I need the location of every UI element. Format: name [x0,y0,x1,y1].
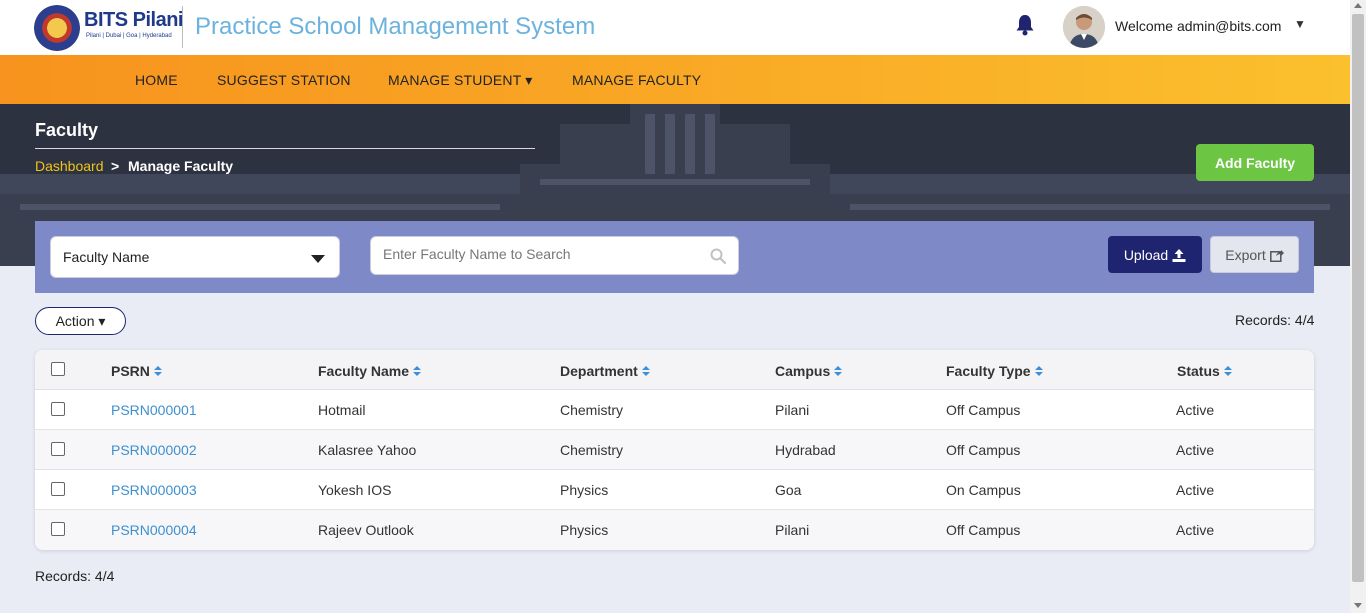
top-header: BITS Pilani Pilani | Dubai | Goa | Hyder… [0,0,1350,55]
faculty-type-cell: Off Campus [946,442,1021,458]
faculty-table: PSRN Faculty Name Department Campus Facu… [35,350,1314,550]
status-cell: Active [1176,522,1215,538]
campus-cell: Goa [775,482,802,498]
faculty-type-cell: Off Campus [946,402,1021,418]
department-cell: Chemistry [560,402,624,418]
status-cell: Active [1176,482,1215,498]
chevron-down-icon [311,255,325,263]
search-field-select[interactable]: Faculty Name [50,236,340,278]
table-row: PSRN000002 Kalasree Yahoo Chemistry Hydr… [35,430,1314,470]
psrn-link[interactable]: PSRN000004 [111,522,197,538]
user-menu-caret-icon[interactable]: ▼ [1294,17,1306,31]
export-icon [1269,249,1284,262]
scroll-up-arrow-icon[interactable] [1354,3,1362,8]
search-input[interactable] [383,246,703,262]
faculty-name-cell: Hotmail [318,402,366,418]
column-header-faculty-name[interactable]: Faculty Name [318,363,422,379]
column-header-label: Faculty Name [318,363,410,379]
campus-cell: Pilani [775,402,810,418]
table-row: PSRN000004 Rajeev Outlook Physics Pilani… [35,510,1314,550]
column-header-department[interactable]: Department [560,363,650,379]
table-row: PSRN000003 Yokesh IOS Physics Goa On Cam… [35,470,1314,510]
status-cell: Active [1176,402,1215,418]
sort-icon [834,366,843,377]
select-value: Faculty Name [63,249,150,265]
records-count-bottom: Records: 4/4 [35,568,115,584]
department-cell: Physics [560,522,609,538]
filter-bar: Faculty Name Upload Export [35,221,1314,293]
scrollbar-thumb[interactable] [1352,14,1364,582]
add-faculty-button[interactable]: Add Faculty [1196,144,1314,181]
action-dropdown-button[interactable]: Action ▾ [35,307,126,335]
scroll-down-arrow-icon[interactable] [1354,603,1362,608]
user-avatar[interactable] [1063,6,1105,48]
department-cell: Chemistry [560,442,624,458]
bits-logo-seal [34,5,80,51]
status-cell: Active [1176,442,1215,458]
nav-manage-student[interactable]: MANAGE STUDENT ▾ [388,72,533,89]
nav-home[interactable]: HOME [135,72,178,88]
nav-suggest-station[interactable]: SUGGEST STATION [217,72,351,88]
faculty-name-cell: Yokesh IOS [318,482,392,498]
records-count-top: Records: 4/4 [1235,312,1315,328]
upload-icon [1172,248,1186,262]
faculty-type-cell: On Campus [946,482,1021,498]
export-label: Export [1225,246,1266,263]
campus-cell: Hydrabad [775,442,836,458]
table-row: PSRN000001 Hotmail Chemistry Pilani Off … [35,390,1314,430]
column-header-label: Status [1177,363,1220,379]
sort-icon [413,366,422,377]
column-header-label: Faculty Type [946,363,1031,379]
column-header-label: Campus [775,363,831,379]
main-nav: HOME SUGGEST STATION MANAGE STUDENT ▾ MA… [0,55,1350,104]
page-title: Faculty [35,120,99,140]
psrn-link[interactable]: PSRN000002 [111,442,197,458]
row-checkbox[interactable] [51,522,65,536]
breadcrumb-dashboard[interactable]: Dashboard [35,158,104,174]
sort-icon [641,366,650,377]
table-header: PSRN Faculty Name Department Campus Facu… [35,350,1314,390]
department-cell: Physics [560,482,609,498]
welcome-user-text[interactable]: Welcome admin@bits.com [1115,18,1281,34]
faculty-name-cell: Rajeev Outlook [318,522,414,538]
column-header-status[interactable]: Status [1177,363,1232,379]
logo-subtext: Pilani | Dubai | Goa | Hyderabad [86,33,172,39]
faculty-name-cell: Kalasree Yahoo [318,442,417,458]
column-header-psrn[interactable]: PSRN [111,363,162,379]
column-header-label: Department [560,363,638,379]
logo-divider [182,6,183,48]
title-underline [35,148,535,149]
breadcrumb-current: Manage Faculty [128,158,234,174]
column-header-label: PSRN [111,363,150,379]
faculty-type-cell: Off Campus [946,522,1021,538]
column-header-campus[interactable]: Campus [775,363,843,379]
nav-manage-faculty[interactable]: MANAGE FACULTY [572,72,701,88]
search-icon[interactable] [710,248,726,264]
logo-text: BITS Pilani [84,9,183,31]
sort-icon [1223,366,1232,377]
export-button[interactable]: Export [1210,236,1299,273]
sort-icon [1034,366,1043,377]
row-checkbox[interactable] [51,482,65,496]
search-box [370,236,739,275]
column-header-faculty-type[interactable]: Faculty Type [946,363,1043,379]
bell-icon[interactable] [1014,13,1036,37]
row-checkbox[interactable] [51,442,65,456]
psrn-link[interactable]: PSRN000003 [111,482,197,498]
sort-icon [153,366,162,377]
upload-button[interactable]: Upload [1108,236,1202,273]
row-checkbox[interactable] [51,402,65,416]
psrn-link[interactable]: PSRN000001 [111,402,197,418]
upload-label: Upload [1123,246,1169,263]
campus-cell: Pilani [775,522,810,538]
app-title: Practice School Management System [195,13,596,40]
select-all-checkbox[interactable] [51,362,65,376]
breadcrumb-separator: > [111,158,120,174]
